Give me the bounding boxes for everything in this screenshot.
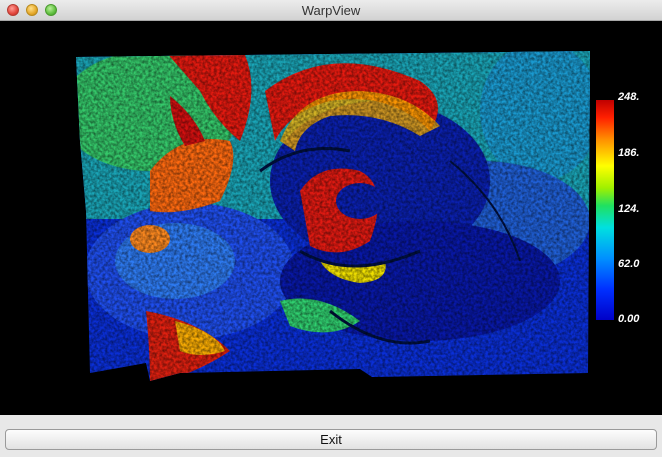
- legend-tick-lower: 62.0: [618, 258, 640, 270]
- legend-tick-mid: 124.: [618, 203, 640, 215]
- color-scale-bar: [596, 100, 614, 320]
- exit-button[interactable]: Exit: [5, 429, 657, 450]
- warped-surface-render: [76, 51, 590, 381]
- warp-render-viewport[interactable]: 248. 186. 124. 62.0 0.00: [0, 21, 662, 415]
- window-title: WarpView: [301, 3, 361, 18]
- legend-tick-upper: 186.: [618, 147, 640, 159]
- bottom-panel: Exit: [0, 415, 662, 457]
- title-bar: WarpView: [0, 0, 662, 21]
- legend-tick-min: 0.00: [618, 313, 640, 325]
- legend-tick-max: 248.: [618, 91, 640, 103]
